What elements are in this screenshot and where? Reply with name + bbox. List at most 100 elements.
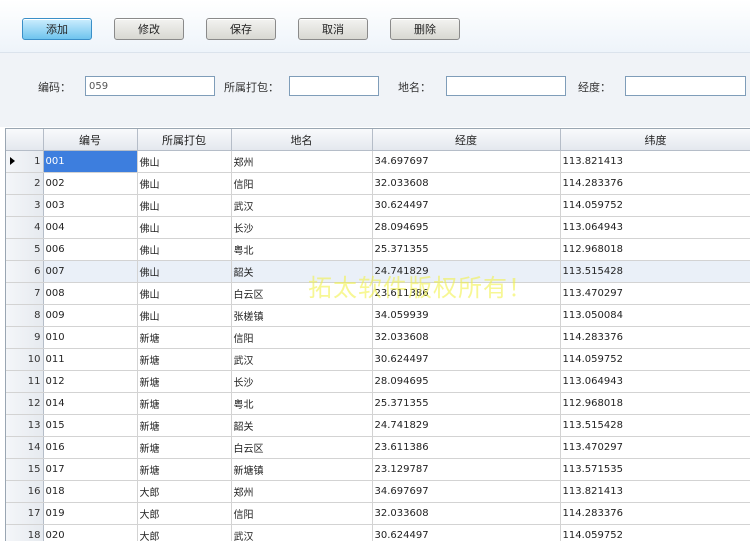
cell-id[interactable]: 012 (43, 371, 137, 393)
cell-place[interactable]: 粤北 (231, 393, 372, 415)
table-row[interactable]: 17019大郎信阳32.033608114.283376 (6, 503, 750, 525)
cell-place[interactable]: 白云区 (231, 437, 372, 459)
row-indicator[interactable]: 1 (6, 151, 43, 173)
table-row[interactable]: 5006佛山粤北25.371355112.968018 (6, 239, 750, 261)
cell-place[interactable]: 韶关 (231, 415, 372, 437)
cell-latitude[interactable]: 113.050084 (560, 305, 750, 327)
row-indicator[interactable]: 13 (6, 415, 43, 437)
edit-button[interactable]: 修改 (114, 18, 184, 40)
cell-package[interactable]: 大郎 (137, 525, 231, 541)
cell-id[interactable]: 017 (43, 459, 137, 481)
cell-longitude[interactable]: 23.611386 (372, 437, 560, 459)
code-field[interactable] (85, 76, 215, 96)
column-header-package[interactable]: 所属打包 (137, 129, 231, 151)
cell-place[interactable]: 韶关 (231, 261, 372, 283)
row-indicator[interactable]: 3 (6, 195, 43, 217)
table-row[interactable]: 7008佛山白云区23.611386113.470297 (6, 283, 750, 305)
table-row[interactable]: 12014新塘粤北25.371355112.968018 (6, 393, 750, 415)
column-header-latitude[interactable]: 纬度 (560, 129, 750, 151)
row-indicator[interactable]: 7 (6, 283, 43, 305)
cell-package[interactable]: 新塘 (137, 415, 231, 437)
row-indicator[interactable]: 11 (6, 371, 43, 393)
row-indicator[interactable]: 4 (6, 217, 43, 239)
cell-longitude[interactable]: 25.371355 (372, 393, 560, 415)
cell-latitude[interactable]: 113.470297 (560, 283, 750, 305)
cell-longitude[interactable]: 30.624497 (372, 349, 560, 371)
cell-place[interactable]: 武汉 (231, 525, 372, 541)
cell-package[interactable]: 新塘 (137, 459, 231, 481)
table-row[interactable]: 1001佛山郑州34.697697113.821413 (6, 151, 750, 173)
cell-id[interactable]: 014 (43, 393, 137, 415)
cell-id[interactable]: 018 (43, 481, 137, 503)
cell-package[interactable]: 佛山 (137, 305, 231, 327)
cell-package[interactable]: 大郎 (137, 503, 231, 525)
delete-button[interactable]: 删除 (390, 18, 460, 40)
table-row[interactable]: 16018大郎郑州34.697697113.821413 (6, 481, 750, 503)
cell-latitude[interactable]: 112.968018 (560, 393, 750, 415)
cell-longitude[interactable]: 24.741829 (372, 261, 560, 283)
column-header-id[interactable]: 编号 (43, 129, 137, 151)
cell-longitude[interactable]: 34.697697 (372, 151, 560, 173)
cell-id[interactable]: 020 (43, 525, 137, 541)
cell-latitude[interactable]: 114.283376 (560, 503, 750, 525)
cell-package[interactable]: 大郎 (137, 481, 231, 503)
row-indicator[interactable]: 12 (6, 393, 43, 415)
cell-latitude[interactable]: 114.283376 (560, 327, 750, 349)
cell-place[interactable]: 信阳 (231, 503, 372, 525)
cell-longitude[interactable]: 32.033608 (372, 327, 560, 349)
cell-place[interactable]: 长沙 (231, 217, 372, 239)
cell-place[interactable]: 长沙 (231, 371, 372, 393)
cell-longitude[interactable]: 28.094695 (372, 371, 560, 393)
cell-place[interactable]: 信阳 (231, 327, 372, 349)
longitude-field[interactable] (625, 76, 746, 96)
row-indicator[interactable]: 15 (6, 459, 43, 481)
row-indicator[interactable]: 8 (6, 305, 43, 327)
cell-package[interactable]: 佛山 (137, 151, 231, 173)
data-grid[interactable]: 编号 所属打包 地名 经度 纬度 1001佛山郑州34.697697113.82… (5, 128, 750, 541)
table-row[interactable]: 8009佛山张槎镇34.059939113.050084 (6, 305, 750, 327)
cell-longitude[interactable]: 30.624497 (372, 525, 560, 541)
cancel-button[interactable]: 取消 (298, 18, 368, 40)
table-row[interactable]: 9010新塘信阳32.033608114.283376 (6, 327, 750, 349)
cell-id[interactable]: 002 (43, 173, 137, 195)
cell-longitude[interactable]: 34.059939 (372, 305, 560, 327)
cell-latitude[interactable]: 113.821413 (560, 151, 750, 173)
cell-package[interactable]: 新塘 (137, 393, 231, 415)
cell-latitude[interactable]: 114.059752 (560, 525, 750, 541)
cell-id[interactable]: 016 (43, 437, 137, 459)
cell-longitude[interactable]: 30.624497 (372, 195, 560, 217)
add-button[interactable]: 添加 (22, 18, 92, 40)
table-row[interactable]: 15017新塘新塘镇23.129787113.571535 (6, 459, 750, 481)
row-indicator[interactable]: 6 (6, 261, 43, 283)
cell-latitude[interactable]: 113.571535 (560, 459, 750, 481)
table-row[interactable]: 3003佛山武汉30.624497114.059752 (6, 195, 750, 217)
cell-package[interactable]: 新塘 (137, 371, 231, 393)
cell-place[interactable]: 新塘镇 (231, 459, 372, 481)
cell-package[interactable]: 佛山 (137, 173, 231, 195)
row-indicator[interactable]: 18 (6, 525, 43, 541)
cell-id[interactable]: 011 (43, 349, 137, 371)
cell-latitude[interactable]: 114.059752 (560, 349, 750, 371)
cell-id[interactable]: 019 (43, 503, 137, 525)
cell-package[interactable]: 佛山 (137, 283, 231, 305)
table-row[interactable]: 13015新塘韶关24.741829113.515428 (6, 415, 750, 437)
cell-longitude[interactable]: 32.033608 (372, 503, 560, 525)
cell-longitude[interactable]: 32.033608 (372, 173, 560, 195)
row-indicator[interactable]: 5 (6, 239, 43, 261)
row-indicator[interactable]: 9 (6, 327, 43, 349)
cell-latitude[interactable]: 113.064943 (560, 217, 750, 239)
cell-latitude[interactable]: 112.968018 (560, 239, 750, 261)
package-field[interactable] (289, 76, 379, 96)
cell-place[interactable]: 武汉 (231, 195, 372, 217)
table-row[interactable]: 18020大郎武汉30.624497114.059752 (6, 525, 750, 541)
row-indicator[interactable]: 14 (6, 437, 43, 459)
cell-id[interactable]: 006 (43, 239, 137, 261)
cell-id[interactable]: 004 (43, 217, 137, 239)
column-header-place[interactable]: 地名 (231, 129, 372, 151)
cell-latitude[interactable]: 113.064943 (560, 371, 750, 393)
cell-place[interactable]: 郑州 (231, 151, 372, 173)
cell-package[interactable]: 佛山 (137, 239, 231, 261)
cell-longitude[interactable]: 23.611386 (372, 283, 560, 305)
cell-id[interactable]: 009 (43, 305, 137, 327)
table-row[interactable]: 4004佛山长沙28.094695113.064943 (6, 217, 750, 239)
